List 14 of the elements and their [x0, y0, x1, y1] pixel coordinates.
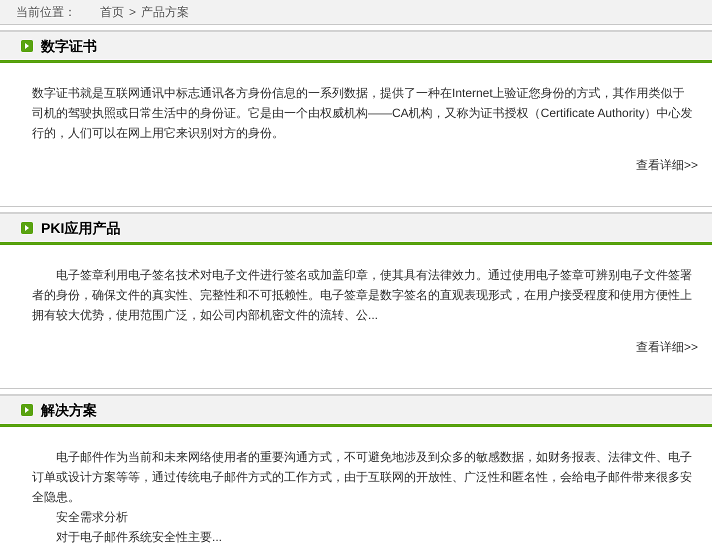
- section-title: 解决方案: [41, 400, 97, 420]
- breadcrumb-link[interactable]: 首页: [100, 3, 124, 21]
- section-title: PKI应用产品: [41, 218, 120, 238]
- paragraph: 对于电子邮件系统安全性主要...: [55, 529, 224, 546]
- breadcrumb-link[interactable]: 产品方案: [141, 3, 190, 21]
- more-link[interactable]: 查看详细>>: [636, 337, 698, 357]
- paragraph: 电子签章利用电子签名技术对电子文件进行签名或加盖印章，使其具有法律效力。通过使用电子签章可辨别电子文件签署者的身份，确保文件的真实性、完整性和不可抵赖性。电子签章是数字签名的直观表现形式，在用户接受程度和使用方便性上拥有较大优势，使用范围广泛，如公司内部机密文件的流转、公...: [32, 267, 693, 324]
- breadcrumb-separator: >: [129, 4, 136, 21]
- paragraph: 安全需求分析: [55, 509, 129, 526]
- section-title: 数字证书: [41, 36, 97, 56]
- paragraph: 数字证书就是互联网通讯中标志通讯各方身份信息的一系列数据，提供了一种在Internet上验证您身份的方式，其作用类似于司机的驾驶执照或日常生活中的身份证。它是由一个由权威机构——CA机构，又称为证书授权（Certificate Authority）中心发行的，人们可以在网上用它来识别对方的身份。: [32, 85, 694, 142]
- more-link[interactable]: 查看详细>>: [636, 155, 698, 175]
- breadcrumb-label: 当前位置：: [16, 4, 76, 21]
- paragraph: 电子邮件作为当前和未来网络使用者的重要沟通方式，不可避免地涉及到众多的敏感数据，如财务报表、法律文件、电子订单或设计方案等等，通过传统电子邮件方式的工作方式，由于互联网的开放性、广泛性和匿名性，会给电子邮件带来很多安全隐患。: [32, 449, 693, 506]
